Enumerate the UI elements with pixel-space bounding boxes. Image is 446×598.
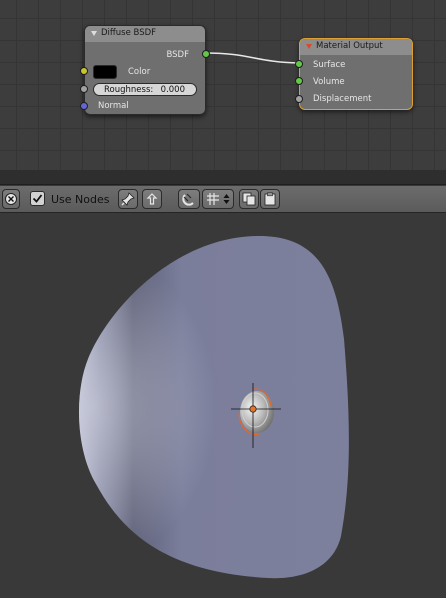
roughness-value: 0.000: [160, 85, 185, 95]
pin-button[interactable]: [118, 189, 138, 209]
surface-input-label: Surface: [313, 60, 346, 70]
volume-input-socket[interactable]: [295, 77, 303, 85]
node-header[interactable]: Material Output: [300, 39, 412, 55]
surface-input-socket[interactable]: [295, 60, 303, 68]
copy-button[interactable]: [239, 189, 259, 209]
copy-icon: [242, 192, 256, 206]
volume-input-label: Volume: [313, 77, 345, 87]
node-editor-header: Use Nodes: [0, 186, 446, 213]
roughness-field[interactable]: Roughness: 0.000: [93, 83, 197, 96]
roughness-input-socket[interactable]: [80, 85, 88, 93]
parent-node-icon: [146, 193, 158, 205]
collapse-icon[interactable]: [306, 44, 312, 49]
snap-target-icon: [207, 193, 219, 205]
viewport-3d[interactable]: [0, 214, 446, 598]
displacement-input-label: Displacement: [313, 94, 372, 104]
snap-magnet-icon: [182, 193, 194, 206]
origin-point: [249, 405, 257, 413]
go-to-parent-button[interactable]: [142, 189, 162, 209]
snap-toggle[interactable]: [178, 189, 200, 209]
bsdf-output-label: BSDF: [166, 50, 189, 60]
node-editor[interactable]: Diffuse BSDF BSDF Color Roughness: 0.000…: [0, 0, 446, 170]
roughness-label: Roughness:: [104, 85, 154, 95]
node-title: Material Output: [316, 41, 383, 51]
close-button[interactable]: [2, 189, 20, 209]
diffuse-bsdf-node[interactable]: Diffuse BSDF BSDF Color Roughness: 0.000…: [80, 25, 210, 115]
pin-icon: [121, 192, 135, 206]
normal-input-socket[interactable]: [80, 102, 88, 110]
paste-icon: [264, 192, 276, 206]
snap-element-dropdown[interactable]: [202, 189, 234, 209]
color-swatch[interactable]: [93, 65, 117, 79]
color-input-socket[interactable]: [80, 67, 88, 75]
normal-input-label: Normal: [98, 101, 129, 111]
collapse-icon[interactable]: [91, 31, 97, 36]
bsdf-output-socket[interactable]: [202, 50, 210, 58]
paste-button[interactable]: [260, 189, 280, 209]
displacement-input-socket[interactable]: [295, 95, 303, 103]
object-preview: [78, 235, 349, 579]
checkmark-icon: [32, 194, 43, 203]
close-icon: [5, 193, 17, 205]
use-nodes-label: Use Nodes: [51, 193, 110, 206]
color-input-label: Color: [128, 67, 151, 77]
node-title: Diffuse BSDF: [101, 28, 157, 38]
dropdown-arrows-icon: [223, 194, 230, 204]
node-header[interactable]: Diffuse BSDF: [85, 26, 205, 42]
material-output-node[interactable]: Material Output Surface Volume Displacem…: [295, 38, 413, 110]
use-nodes-checkbox[interactable]: [30, 191, 45, 206]
area-separator[interactable]: [0, 170, 446, 185]
